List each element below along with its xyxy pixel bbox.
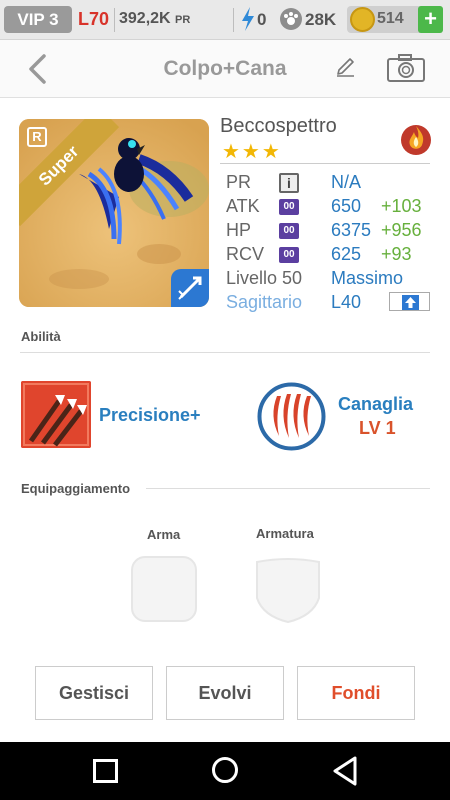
class-upgrade-button[interactable] (389, 292, 430, 311)
recent-apps-icon[interactable] (93, 759, 118, 783)
rcv-badge: 00 (279, 247, 299, 263)
energy-bolt-icon (242, 7, 254, 31)
hp-badge: 00 (279, 223, 299, 239)
add-coins-button[interactable]: + (418, 6, 443, 33)
page-header: Colpo+Cana (0, 40, 450, 98)
stat-value-atk: 650 (331, 196, 362, 216)
vip-badge[interactable]: VIP 3 (4, 6, 72, 33)
camera-icon[interactable] (386, 53, 426, 83)
name-divider (220, 163, 430, 164)
claw-icon[interactable] (257, 382, 326, 451)
stat-label-rcv: RCV (226, 244, 265, 264)
pet-portrait[interactable]: Super R (19, 119, 209, 307)
top-status-bar: VIP 3 L70 392,2K PR 0 28K 514 + (0, 0, 450, 40)
stat-bonus-hp: +956 (381, 220, 422, 240)
divider (114, 8, 115, 32)
section-divider (20, 352, 430, 353)
skill-name-canaglia[interactable]: Canaglia (338, 394, 413, 415)
arrows-icon[interactable] (21, 381, 91, 448)
player-level: L70 (78, 9, 110, 29)
equipment-title: Equipaggiamento (21, 481, 131, 496)
atk-badge: 00 (279, 199, 299, 215)
stat-bonus-atk: +103 (381, 196, 422, 216)
stat-label-atk: ATK (226, 196, 260, 216)
manage-button[interactable]: Gestisci (35, 666, 153, 720)
skill-level: LV 1 (359, 418, 396, 438)
weapon-label: Arma (147, 527, 181, 542)
star-rating: ★★★ (222, 141, 282, 163)
divider (233, 8, 234, 32)
abilities-title: Abilità (21, 329, 61, 344)
stat-value-rcv: 625 (331, 244, 362, 264)
level-value: Massimo (331, 268, 404, 288)
pet-name: Beccospettro (220, 115, 337, 137)
home-circle-icon[interactable] (212, 757, 238, 783)
power-unit: PR (175, 14, 191, 26)
stat-label-hp: HP (226, 220, 252, 240)
armor-label: Armatura (256, 526, 314, 541)
pencil-icon[interactable] (334, 55, 358, 79)
weapon-slot[interactable] (131, 556, 197, 622)
info-icon[interactable]: i (279, 173, 299, 193)
evolve-button[interactable]: Evolvi (166, 666, 284, 720)
back-triangle-icon[interactable] (331, 755, 359, 787)
class-level: L40 (331, 292, 362, 312)
arrow-up-icon (402, 295, 419, 310)
stat-value-hp: 6375 (331, 220, 372, 240)
class-name[interactable]: Sagittario (226, 292, 302, 313)
merge-button[interactable]: Fondi (297, 666, 415, 720)
coin-count: 514 (377, 10, 404, 27)
stat-value-pr: N/A (331, 172, 362, 192)
paw-icon (280, 8, 302, 30)
coin-icon (350, 7, 375, 32)
page-title: Colpo+Cana (163, 57, 287, 80)
rarity-badge: R (27, 127, 47, 147)
section-divider (146, 488, 430, 489)
power-rating: 392,2K PR (119, 10, 190, 28)
energy-count: 0 (257, 10, 267, 29)
armor-slot[interactable] (255, 556, 321, 624)
power-value: 392,2K (119, 10, 171, 27)
food-count: 28K (305, 10, 337, 29)
stat-bonus-rcv: +93 (381, 244, 412, 264)
archer-icon (171, 269, 209, 307)
skill-name-precision[interactable]: Precisione+ (99, 405, 201, 426)
flame-icon (401, 125, 431, 155)
stat-label-pr: PR (226, 172, 252, 192)
level-label: Livello 50 (226, 268, 303, 288)
